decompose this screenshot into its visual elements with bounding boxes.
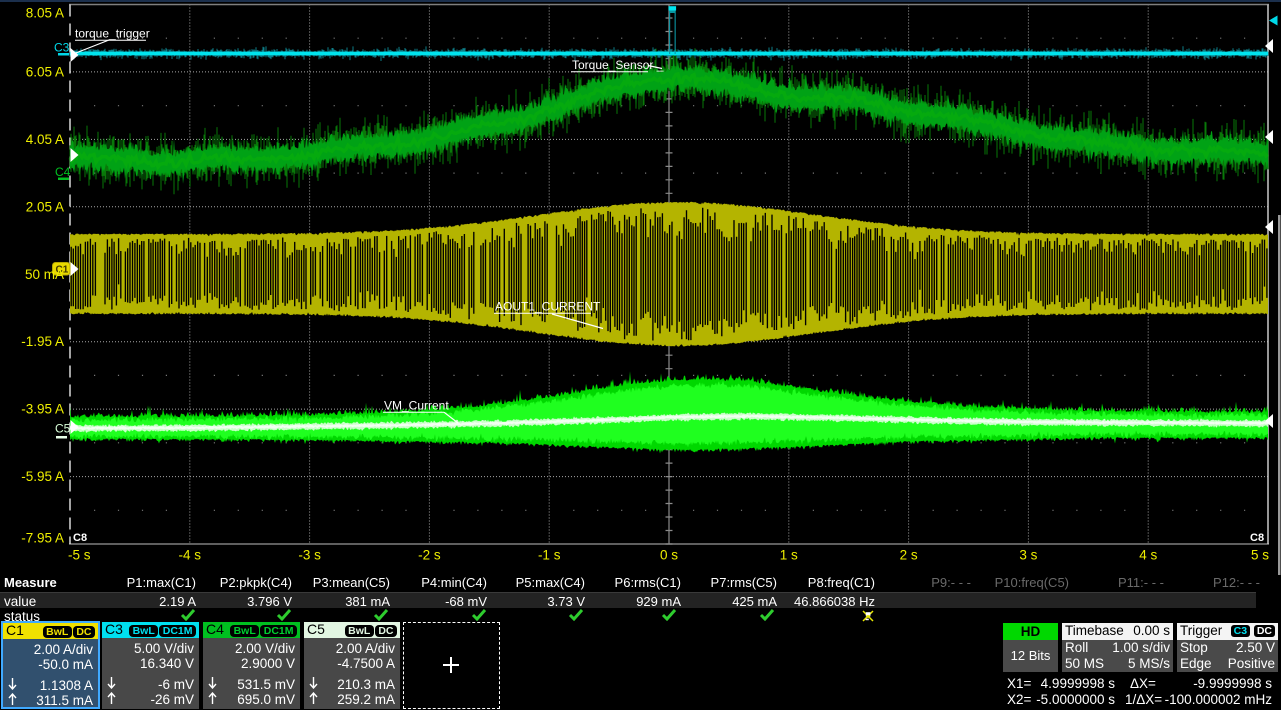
- svg-text:-5.95 A: -5.95 A: [21, 469, 64, 484]
- svg-text:3 s: 3 s: [1019, 548, 1037, 563]
- svg-text:VM_Current: VM_Current: [384, 399, 449, 413]
- svg-text:-1.95 A: -1.95 A: [21, 334, 64, 349]
- svg-text:6.05 A: 6.05 A: [26, 64, 64, 79]
- svg-text:-1 s: -1 s: [538, 548, 561, 563]
- svg-text:-3.95 A: -3.95 A: [21, 402, 64, 417]
- svg-text:0 s: 0 s: [660, 548, 678, 563]
- svg-text:5 s: 5 s: [1251, 548, 1269, 563]
- svg-text:2.05 A: 2.05 A: [26, 199, 64, 214]
- svg-text:C8: C8: [73, 532, 87, 544]
- svg-text:-5 s: -5 s: [68, 548, 91, 563]
- svg-text:C8: C8: [1250, 532, 1264, 544]
- svg-text:4.05 A: 4.05 A: [26, 132, 64, 147]
- svg-text:-4 s: -4 s: [179, 548, 202, 563]
- svg-text:Torque_Sensor _: Torque_Sensor _: [572, 58, 664, 72]
- svg-text:50 mA: 50 mA: [25, 267, 64, 282]
- svg-text:-7.95 A: -7.95 A: [21, 531, 64, 546]
- svg-text:8.05 A: 8.05 A: [26, 6, 64, 21]
- svg-text:4 s: 4 s: [1139, 548, 1157, 563]
- svg-text:2 s: 2 s: [900, 548, 918, 563]
- svg-text:C3: C3: [54, 41, 70, 55]
- svg-text:-3 s: -3 s: [298, 548, 321, 563]
- svg-text:torque_trigger: torque_trigger: [75, 27, 150, 41]
- svg-text:C5: C5: [55, 422, 71, 436]
- svg-text:-2 s: -2 s: [418, 548, 441, 563]
- svg-text:1 s: 1 s: [780, 548, 798, 563]
- svg-text:AOUT1_CURRENT: AOUT1_CURRENT: [495, 300, 601, 314]
- svg-text:C4: C4: [55, 165, 71, 179]
